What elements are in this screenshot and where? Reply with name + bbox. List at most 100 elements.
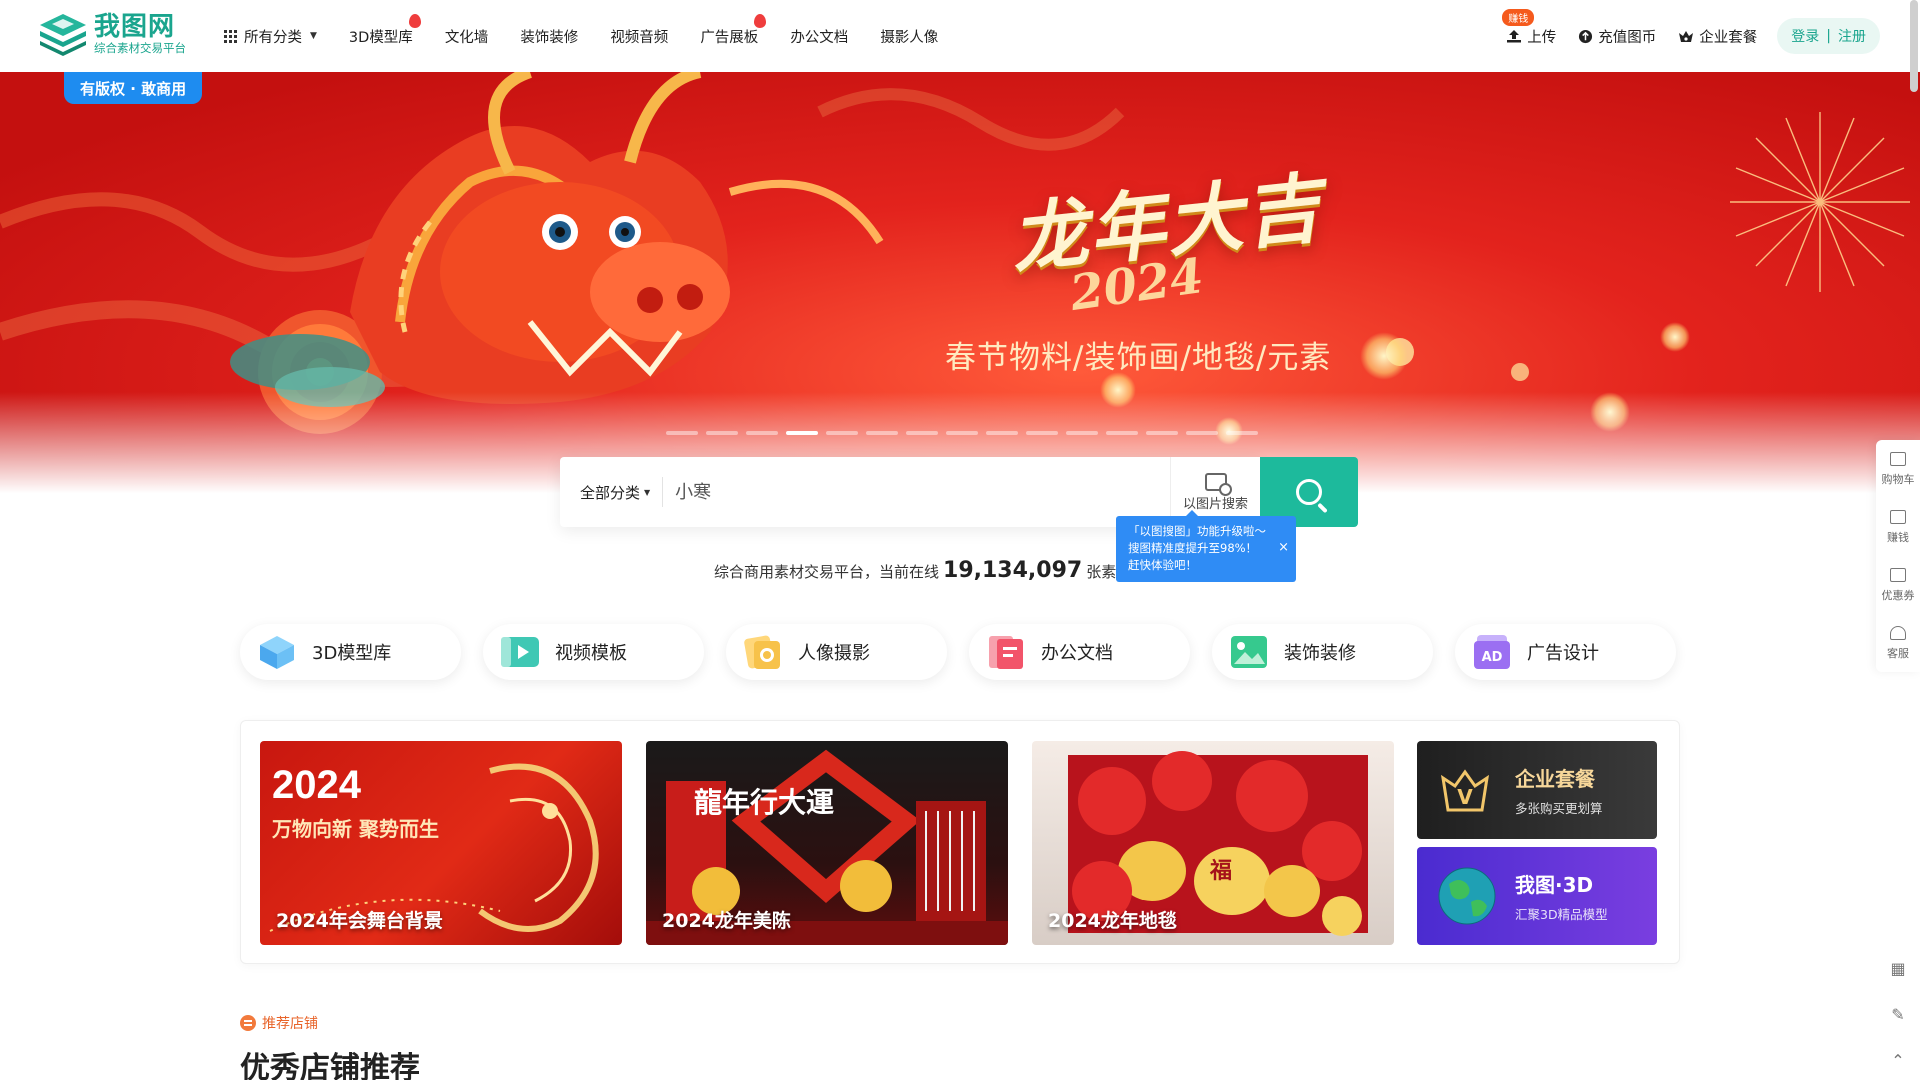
carousel-dot[interactable] [746, 431, 778, 435]
image-search-icon [1204, 472, 1232, 496]
close-icon[interactable]: × [1278, 539, 1289, 556]
section-title: 优秀店铺推荐 [240, 1051, 420, 1080]
search-category-select[interactable]: 全部分类 ▼ [560, 477, 664, 507]
sidebar-item-earn[interactable]: 赚钱 [1876, 498, 1920, 556]
sidebar-item-cart[interactable]: 购物车 [1876, 440, 1920, 498]
sidebar-item-label: 优惠券 [1881, 588, 1915, 602]
carousel-dot[interactable] [1226, 431, 1258, 435]
earn-badge: 赚钱 [1502, 8, 1535, 26]
tooltip-line: 赶快体验吧！ [1128, 558, 1197, 572]
cart-icon [1890, 451, 1906, 466]
search-input[interactable] [663, 472, 1170, 512]
promo-label: 2024龙年地毯 [1048, 910, 1177, 932]
sidebar-item-service[interactable]: 客服 [1876, 614, 1920, 672]
carousel-indicators[interactable] [666, 431, 1258, 435]
nav-item-photography[interactable]: 摄影人像 [880, 26, 938, 47]
carousel-dot[interactable] [866, 431, 898, 435]
logo-tagline: 综合素材交易平台 [94, 41, 186, 55]
top-navigation-bar: 我图网 综合素材交易平台 所有分类 ▼ 3D模型库 文化墙 装饰装修 视频音频 … [0, 0, 1920, 72]
svg-text:AD: AD [1482, 650, 1503, 665]
floating-sidebar: 购物车 赚钱 优惠券 客服 [1876, 440, 1920, 672]
category-portrait-photography[interactable]: 人像摄影 [726, 624, 947, 680]
carousel-dot[interactable] [666, 431, 698, 435]
category-video-templates[interactable]: 视频模板 [483, 624, 704, 680]
recommend-tag: 推荐店铺 [240, 1013, 318, 1033]
hero-banner[interactable]: 龙年大吉 2024 春节物料/装饰画/地毯/元素 [0, 72, 1920, 502]
headset-icon [1890, 625, 1906, 640]
sidebar-item-coupon[interactable]: 优惠券 [1876, 556, 1920, 614]
carousel-dot[interactable] [1106, 431, 1138, 435]
picture-icon [1231, 636, 1267, 668]
category-3d-models[interactable]: 3D模型库 [240, 624, 461, 680]
enterprise-package-card[interactable]: V 企业套餐 多张购买更划算 [1417, 741, 1657, 839]
nav-item-video-audio[interactable]: 视频音频 [610, 26, 668, 47]
wotu-3d-card[interactable]: 我图·3D 汇聚3D精品模型 [1417, 847, 1657, 945]
carousel-dot[interactable] [906, 431, 938, 435]
carousel-dot[interactable] [986, 431, 1018, 435]
back-to-top-button[interactable]: ⌃ [1876, 1037, 1920, 1080]
recharge-link[interactable]: 充值图币 [1578, 26, 1656, 47]
category-label: 办公文档 [1041, 643, 1113, 664]
main-nav: 所有分类 ▼ 3D模型库 文化墙 装饰装修 视频音频 广告展板 办公文档 摄影人… [224, 0, 970, 72]
nav-all-categories[interactable]: 所有分类 ▼ [224, 26, 317, 47]
ad-icon: AD [1474, 635, 1510, 669]
promo-dragon-carpet[interactable]: 福 2024龙年地毯 [1032, 741, 1394, 945]
side-card-subtitle: 多张购买更划算 [1515, 801, 1603, 816]
recharge-label: 充值图币 [1598, 29, 1657, 46]
asset-count-line: 综合商用素材交易平台，当前在线 19,134,097 张素材 [714, 558, 1131, 583]
shop-icon [1890, 509, 1906, 524]
logo-name: 我图网 [94, 12, 176, 42]
carousel-dot[interactable] [1066, 431, 1098, 435]
globe-icon [1438, 867, 1496, 925]
tooltip-line: 「以图搜图」功能升级啦～ [1128, 524, 1266, 538]
bokeh-light [1360, 332, 1408, 380]
promo-annual-meeting[interactable]: 2024 万物向新 聚势而生 2024年会舞台背景 [260, 741, 622, 945]
hot-flame-icon [408, 13, 421, 28]
v-crown-icon: V [1440, 769, 1490, 812]
nav-item-label: 文化墙 [444, 29, 489, 46]
sidebar-item-label: 赚钱 [1887, 530, 1909, 544]
carousel-dot[interactable] [1186, 431, 1218, 435]
category-label: 人像摄影 [798, 643, 870, 664]
nav-item-label: 3D模型库 [348, 29, 413, 46]
nav-item-ad-boards[interactable]: 广告展板 [700, 13, 767, 47]
qrcode-button[interactable]: ▦ [1876, 945, 1920, 991]
document-icon [989, 636, 1023, 669]
site-logo[interactable]: 我图网 综合素材交易平台 [38, 12, 186, 56]
carousel-dot[interactable] [1026, 431, 1058, 435]
banner-subtitle: 春节物料/装饰画/地毯/元素 [945, 340, 1332, 376]
category-label: 广告设计 [1527, 643, 1599, 664]
carousel-dot[interactable] [786, 431, 818, 435]
tooltip-line: 搜图精准度提升至98%！ [1128, 541, 1258, 555]
nav-item-office-docs[interactable]: 办公文档 [790, 26, 848, 47]
edit-icon: ✎ [1891, 1004, 1905, 1024]
nav-item-label: 办公文档 [790, 29, 849, 46]
carousel-dot[interactable] [706, 431, 738, 435]
svg-text:V: V [1457, 785, 1473, 809]
register-link[interactable]: 注册 [1838, 26, 1866, 46]
copyright-badge: 有版权 · 敢商用 [64, 72, 203, 104]
nav-item-decoration[interactable]: 装饰装修 [520, 26, 578, 47]
carousel-dot[interactable] [1146, 431, 1178, 435]
upload-link[interactable]: 赚钱 上传 [1502, 8, 1556, 47]
category-office-docs[interactable]: 办公文档 [969, 624, 1190, 680]
category-ad-design[interactable]: AD 广告设计 [1455, 624, 1676, 680]
feedback-button[interactable]: ✎ [1876, 991, 1920, 1037]
category-decoration[interactable]: 装饰装修 [1212, 624, 1433, 680]
promo-dragon-display[interactable]: 龍年行大運 2024龙年美陈 [646, 741, 1008, 945]
nav-item-label: 广告展板 [700, 29, 759, 46]
carousel-dot[interactable] [826, 431, 858, 435]
login-register-button[interactable]: 登录 | 注册 [1777, 18, 1880, 54]
divider: | [1826, 28, 1831, 44]
login-link[interactable]: 登录 [1791, 26, 1819, 46]
promo-label: 2024年会舞台背景 [276, 910, 443, 932]
page-scrollbar[interactable] [1910, 0, 1918, 92]
nav-item-culture-wall[interactable]: 文化墙 [445, 26, 489, 47]
video-icon [501, 637, 539, 667]
nav-all-categories-label: 所有分类 [244, 29, 302, 46]
carousel-dot[interactable] [946, 431, 978, 435]
enterprise-link[interactable]: 企业套餐 [1678, 26, 1757, 47]
cube-icon [260, 636, 294, 669]
nav-item-3d-models[interactable]: 3D模型库 [348, 13, 421, 47]
promo-headline: 福 [1210, 858, 1233, 884]
